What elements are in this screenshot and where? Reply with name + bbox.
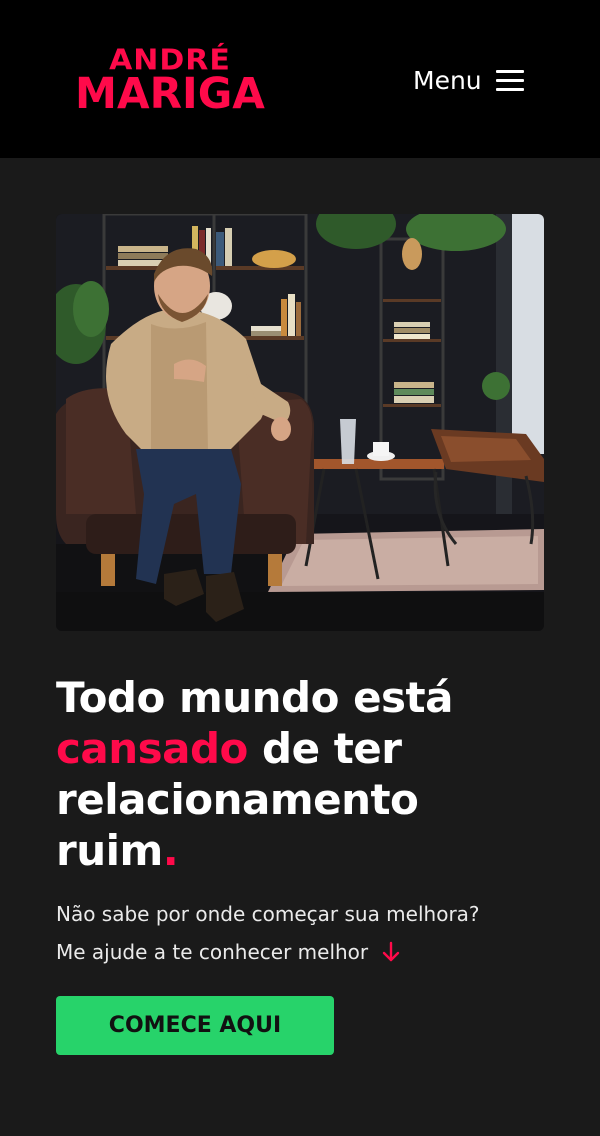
hero-photo <box>56 214 544 631</box>
headline-line-1: Todo mundo está <box>56 673 453 722</box>
headline-period: . <box>162 826 179 875</box>
hero-subtitle-1: Não sabe por onde começar sua melhora? <box>56 902 480 926</box>
arrow-down-icon <box>382 941 400 962</box>
menu-label: Menu <box>413 65 482 95</box>
site-header: ANDRÉ MARIGA Menu <box>0 0 600 158</box>
headline-accent-word: cansado <box>56 724 248 773</box>
logo[interactable]: ANDRÉ MARIGA <box>55 46 285 116</box>
headline-line-2-rest: de ter <box>247 724 402 773</box>
headline-line-4: ruim <box>56 826 163 875</box>
menu-button[interactable]: Menu <box>413 62 524 98</box>
hero-subtitle-2-row: Me ajude a te conhecer melhor <box>56 940 400 964</box>
headline-line-3: relacionamento <box>56 775 419 824</box>
hero-subtitle-2: Me ajude a te conhecer melhor <box>56 940 369 964</box>
hamburger-icon <box>495 68 524 92</box>
hero-headline: Todo mundo está cansado de ter relaciona… <box>56 672 556 876</box>
logo-line-2: MARIGA <box>75 69 265 119</box>
comece-aqui-button[interactable]: COMECE AQUI <box>56 996 334 1055</box>
